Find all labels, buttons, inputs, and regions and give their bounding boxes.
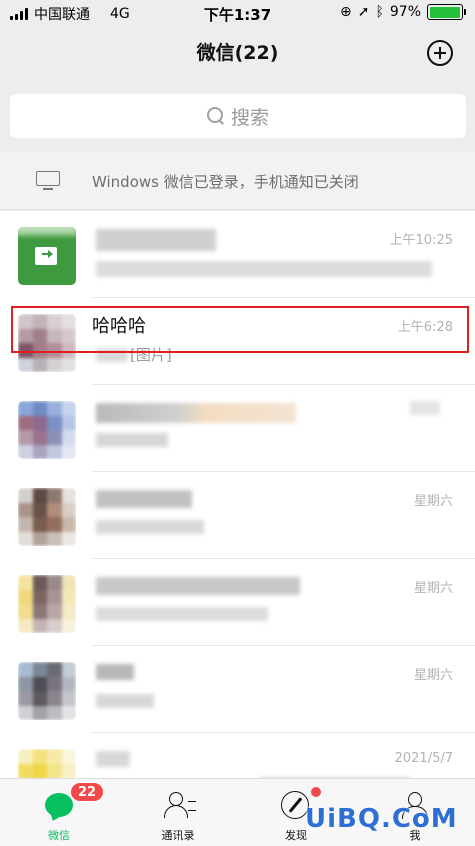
- blurred-time: [410, 401, 440, 415]
- add-icon[interactable]: [427, 40, 453, 66]
- blurred-preview: [96, 607, 268, 621]
- avatar: [18, 662, 76, 720]
- blurred-preview: [96, 520, 204, 534]
- tab-chats[interactable]: 22 微信: [0, 779, 118, 846]
- contacts-icon: [163, 791, 196, 821]
- status-bar: 中国联通 4G 下午1:37 ⊕ ➚ ᛒ 97%: [0, 0, 475, 26]
- blurred-preview: [96, 433, 168, 447]
- avatar: [18, 227, 76, 285]
- search-placeholder: 搜索: [230, 106, 269, 129]
- bluetooth-icon: ᛒ: [375, 4, 384, 20]
- search-icon: [206, 107, 225, 125]
- rotation-lock-icon: ⊕: [340, 4, 352, 20]
- chat-time: 2021/5/7: [394, 751, 453, 766]
- chat-item[interactable]: 星期六: [0, 472, 475, 559]
- avatar: [18, 488, 76, 546]
- blurred-name: [96, 751, 130, 767]
- tab-contacts[interactable]: 通讯录: [119, 779, 237, 846]
- battery-fill: [429, 6, 460, 18]
- monitor-icon: [36, 171, 60, 191]
- battery-icon: [427, 4, 466, 20]
- location-icon: ➚: [357, 4, 370, 20]
- chat-item[interactable]: 2021/5/7: [0, 733, 475, 778]
- chat-time: 星期六: [413, 668, 453, 683]
- blurred-name: [96, 577, 300, 595]
- chat-time: 上午10:25: [389, 233, 453, 248]
- watermark: UiBQ.CoM: [305, 804, 458, 834]
- chat-time: 星期六: [413, 581, 453, 596]
- avatar: [18, 575, 76, 633]
- chat-name: 哈哈哈: [92, 316, 146, 337]
- notice-text: Windows 微信已登录，手机通知已关闭: [92, 173, 359, 191]
- tab-label: 通讯录: [161, 829, 195, 842]
- chat-time: 上午6:28: [397, 320, 453, 335]
- chat-time: 星期六: [413, 494, 453, 509]
- avatar: [18, 314, 76, 372]
- chat-item[interactable]: 哈哈哈 [图片] 上午6:28: [0, 298, 475, 385]
- blurred-sender: [96, 348, 128, 362]
- search-input[interactable]: 搜索: [10, 94, 466, 138]
- battery-label: 97%: [389, 4, 421, 20]
- chat-list: 上午10:25 哈哈哈 [图片] 上午6:28 星期六 星期六 星期六 2021…: [0, 211, 475, 778]
- login-notice[interactable]: Windows 微信已登录，手机通知已关闭: [0, 152, 475, 210]
- blurred-name: [96, 229, 216, 251]
- blurred-name: [96, 664, 134, 680]
- chat-item[interactable]: [0, 385, 475, 472]
- chat-item[interactable]: 星期六: [0, 559, 475, 646]
- blurred-preview: [96, 694, 154, 708]
- page-title: 微信(22): [196, 42, 279, 64]
- blurred-name: [96, 490, 192, 508]
- notification-dot: [311, 787, 321, 797]
- blurred-name: [96, 403, 296, 423]
- blurred-preview: [96, 261, 432, 277]
- chat-preview: [图片]: [130, 346, 172, 364]
- chat-item[interactable]: 上午10:25: [0, 211, 475, 298]
- status-right: ⊕ ➚ ᛒ 97%: [340, 4, 466, 20]
- avatar: [18, 749, 76, 778]
- unread-badge: 22: [70, 782, 104, 802]
- tab-label: 微信: [48, 829, 70, 842]
- avatar: [18, 401, 76, 459]
- chat-item[interactable]: 星期六: [0, 646, 475, 733]
- chat-bubble-icon: [45, 793, 73, 817]
